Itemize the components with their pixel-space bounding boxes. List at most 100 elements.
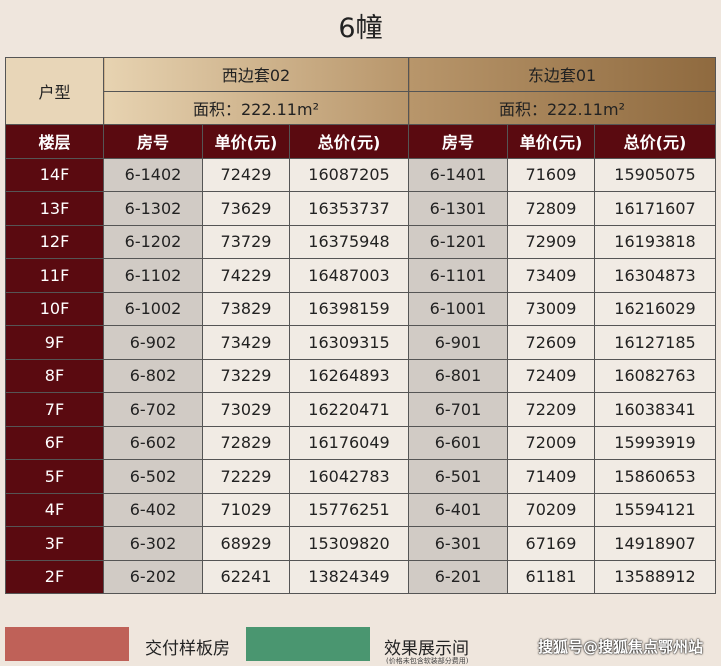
unit-price-cell: 71409	[507, 459, 595, 494]
total-price-cell: 13588912	[594, 559, 716, 594]
total-price-cell: 16304873	[594, 258, 716, 293]
room-cell: 6-201	[408, 559, 508, 594]
total-price-cell: 13824349	[289, 559, 409, 594]
room-cell: 6-1101	[408, 258, 508, 293]
unit-price-cell: 71029	[202, 492, 290, 527]
table-row: 2F 6-202 62241 13824349 6-201 61181 13588912	[5, 559, 716, 594]
floor-cell: 5F	[5, 459, 104, 494]
room-cell: 6-701	[408, 392, 508, 427]
total-price-cell: 15594121	[594, 492, 716, 527]
unit-price-cell: 71609	[507, 157, 595, 192]
unit-price-cell: 73629	[202, 191, 290, 226]
room-cell: 6-901	[408, 325, 508, 360]
total-price-cell: 16176049	[289, 425, 409, 460]
column-header: 单价(元)	[202, 124, 290, 159]
price-table: 户型 西边套02 东边套01 面积：222.11m² 面积：222.11m² 楼…	[5, 57, 716, 594]
total-price-cell: 16309315	[289, 325, 409, 360]
total-price-cell: 15993919	[594, 425, 716, 460]
table-row: 5F 6-502 72229 16042783 6-501 71409 15860653	[5, 459, 716, 494]
watermark: 搜狐号@搜狐焦点鄂州站	[538, 638, 704, 656]
unit-price-cell: 62241	[202, 559, 290, 594]
unit-price-cell: 72429	[202, 157, 290, 192]
total-price-cell: 16038341	[594, 392, 716, 427]
room-cell: 6-1401	[408, 157, 508, 192]
unit-price-cell: 70209	[507, 492, 595, 527]
unit-price-cell: 72829	[202, 425, 290, 460]
total-price-cell: 16193818	[594, 224, 716, 259]
table-row: 9F 6-902 73429 16309315 6-901 72609 16127185	[5, 325, 716, 360]
unit-price-cell: 72609	[507, 325, 595, 360]
room-cell: 6-1202	[103, 224, 203, 259]
floor-cell: 6F	[5, 425, 104, 460]
unit-price-cell: 72409	[507, 358, 595, 393]
unit-price-cell: 73829	[202, 291, 290, 326]
room-cell: 6-902	[103, 325, 203, 360]
total-price-cell: 16353737	[289, 191, 409, 226]
total-price-cell: 16171607	[594, 191, 716, 226]
room-cell: 6-1102	[103, 258, 203, 293]
page-title: 6幢	[338, 13, 383, 44]
table-row: 11F 6-1102 74229 16487003 6-1101 73409 1630487…	[5, 258, 716, 293]
room-cell: 6-1302	[103, 191, 203, 226]
unit-price-cell: 73229	[202, 358, 290, 393]
floor-cell: 13F	[5, 191, 104, 226]
floor-cell: 11F	[5, 258, 104, 293]
room-cell: 6-702	[103, 392, 203, 427]
legend-green-swatch	[246, 627, 370, 661]
column-header: 总价(元)	[594, 124, 716, 159]
unit-price-cell: 68929	[202, 526, 290, 561]
total-price-cell: 16127185	[594, 325, 716, 360]
unit-price-cell: 72009	[507, 425, 595, 460]
total-price-cell: 16216029	[594, 291, 716, 326]
floor-cell: 2F	[5, 559, 104, 594]
table-row: 8F 6-802 73229 16264893 6-801 72409 16082763	[5, 358, 716, 393]
column-header: 总价(元)	[289, 124, 409, 159]
room-cell: 6-1402	[103, 157, 203, 192]
room-cell: 6-1201	[408, 224, 508, 259]
room-cell: 6-1301	[408, 191, 508, 226]
unit-price-cell: 73009	[507, 291, 595, 326]
unit-price-cell: 72909	[507, 224, 595, 259]
unit-price-cell: 74229	[202, 258, 290, 293]
total-price-cell: 16087205	[289, 157, 409, 192]
table-row: 13F 6-1302 73629 16353737 6-1301 72809 1617160…	[5, 191, 716, 226]
column-header: 房号	[103, 124, 203, 159]
table-row: 12F 6-1202 73729 16375948 6-1201 72909 1619381…	[5, 224, 716, 259]
floor-cell: 10F	[5, 291, 104, 326]
room-cell: 6-1001	[408, 291, 508, 326]
total-price-cell: 15905075	[594, 157, 716, 192]
east-unit-name: 东边套01	[408, 57, 716, 92]
floor-cell: 12F	[5, 224, 104, 259]
room-cell: 6-402	[103, 492, 203, 527]
floor-cell: 3F	[5, 526, 104, 561]
room-cell: 6-302	[103, 526, 203, 561]
column-header: 单价(元)	[507, 124, 595, 159]
west-unit-name: 西边套02	[103, 57, 409, 92]
unit-price-cell: 73029	[202, 392, 290, 427]
unit-price-cell: 61181	[507, 559, 595, 594]
table-row: 14F 6-1402 72429 16087205 6-1401 71609 1590507…	[5, 157, 716, 192]
table-row: 3F 6-302 68929 15309820 6-301 67169 14918907	[5, 526, 716, 561]
floor-cell: 7F	[5, 392, 104, 427]
total-price-cell: 16220471	[289, 392, 409, 427]
room-cell: 6-202	[103, 559, 203, 594]
table-row: 10F 6-1002 73829 16398159 6-1001 73009 1621602…	[5, 291, 716, 326]
total-price-cell: 15309820	[289, 526, 409, 561]
floor-cell: 14F	[5, 157, 104, 192]
room-cell: 6-801	[408, 358, 508, 393]
unit-price-cell: 72229	[202, 459, 290, 494]
west-unit-area: 面积：222.11m²	[103, 90, 409, 125]
room-cell: 6-602	[103, 425, 203, 460]
room-cell: 6-501	[408, 459, 508, 494]
legend-red-label: 交付样板房	[145, 639, 230, 659]
table-row: 7F 6-702 73029 16220471 6-701 72209 16038341	[5, 392, 716, 427]
unit-price-cell: 73409	[507, 258, 595, 293]
east-unit-area: 面积：222.11m²	[408, 90, 716, 125]
floor-cell: 4F	[5, 492, 104, 527]
column-header: 房号	[408, 124, 508, 159]
legend-red-swatch	[5, 627, 129, 661]
unit-type-label: 户型	[5, 57, 104, 125]
room-cell: 6-502	[103, 459, 203, 494]
total-price-cell: 15860653	[594, 459, 716, 494]
column-header: 楼层	[5, 124, 104, 159]
